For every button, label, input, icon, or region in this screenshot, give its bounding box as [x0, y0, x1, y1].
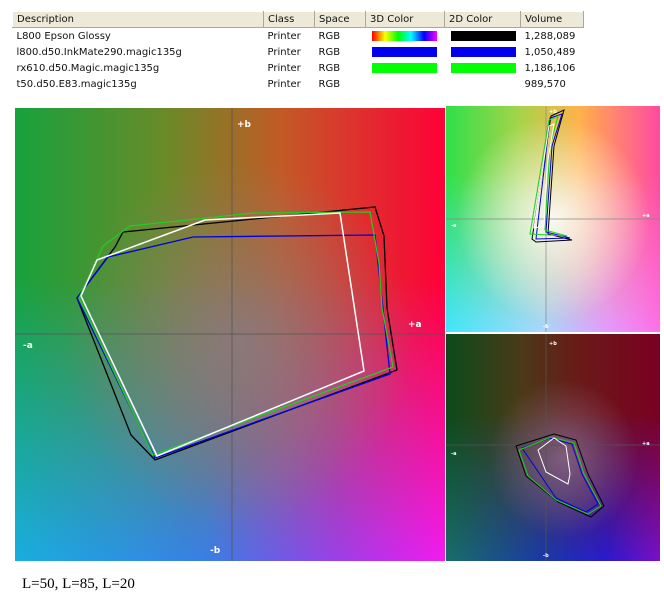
color-2d-swatch[interactable] — [451, 79, 516, 89]
gamut-plot-top-right: +b -b +a -a — [446, 106, 660, 332]
column-header-volume[interactable]: Volume — [520, 11, 584, 28]
color-2d-cell — [445, 28, 521, 45]
axis-label-neg-a: -a — [451, 223, 457, 229]
color-2d-swatch[interactable] — [450, 47, 516, 57]
color-2d-swatch[interactable] — [450, 31, 516, 41]
color-3d-cell — [366, 44, 445, 60]
profile-class: Printer — [267, 30, 301, 42]
axis-label-neg-a: -a — [23, 341, 33, 351]
table-row[interactable]: l800.d50.InkMate290.magic135g Printer RG… — [13, 44, 584, 60]
color-2d-cell — [445, 76, 521, 92]
color-3d-swatch[interactable] — [372, 79, 437, 89]
column-header-3d-color[interactable]: 3D Color — [365, 11, 445, 28]
profile-list-table: Description Class Space 3D Color 2D Colo… — [12, 11, 584, 92]
profile-class: Printer — [267, 46, 301, 58]
column-header-class[interactable]: Class — [263, 11, 315, 28]
profile-volume: 989,570 — [524, 78, 566, 90]
axis-label-pos-a: +a — [408, 320, 422, 330]
gamut-plot-bottom-right: +b -b +a -a — [446, 334, 660, 561]
profile-volume: 1,050,489 — [524, 46, 576, 58]
axis-label-pos-b: +b — [237, 120, 251, 130]
profile-description: L800 Epson Glossy — [16, 30, 111, 42]
table-row[interactable]: L800 Epson Glossy Printer RGB 1,288,089 — [13, 28, 584, 45]
color-2d-cell — [445, 44, 521, 60]
table-row[interactable]: t50.d50.E83.magic135g Printer RGB 989,57… — [13, 76, 584, 92]
profile-class: Printer — [267, 78, 301, 90]
color-3d-cell — [366, 60, 445, 76]
table-row[interactable]: rx610.d50.Magic.magic135g Printer RGB 1,… — [13, 60, 584, 76]
color-2d-swatch[interactable] — [450, 63, 516, 73]
column-header-2d-color[interactable]: 2D Color — [444, 11, 521, 28]
axis-label-pos-b: +b — [549, 341, 557, 347]
profile-space: RGB — [318, 46, 341, 58]
color-3d-cell — [366, 28, 445, 45]
color-3d-swatch[interactable] — [371, 63, 437, 73]
profile-volume: 1,186,106 — [524, 62, 576, 74]
color-3d-swatch[interactable] — [371, 31, 437, 41]
axis-label-neg-b: -b — [543, 553, 549, 559]
profile-class: Printer — [267, 62, 301, 74]
axis-label-neg-b: -b — [210, 546, 221, 556]
profile-description: t50.d50.E83.magic135g — [16, 78, 137, 90]
gamut-plot-main-canvas — [15, 108, 445, 561]
column-header-description[interactable]: Description — [12, 11, 264, 28]
color-2d-cell — [445, 60, 521, 76]
axis-label-pos-a: +a — [642, 441, 650, 447]
axis-label-pos-a: +a — [642, 213, 650, 219]
profile-space: RGB — [318, 78, 341, 90]
profile-description: rx610.d50.Magic.magic135g — [16, 62, 160, 74]
axis-label-neg-a: -a — [451, 451, 457, 457]
color-3d-swatch[interactable] — [371, 47, 437, 57]
gamut-plot-bottom-right-canvas — [446, 334, 660, 561]
axis-label-neg-b: -b — [543, 324, 549, 330]
lightness-caption: L=50, L=85, L=20 — [22, 576, 135, 592]
color-3d-cell — [366, 76, 445, 92]
profile-space: RGB — [318, 62, 341, 74]
gamut-plot-top-right-canvas — [446, 106, 660, 332]
profile-description: l800.d50.InkMate290.magic135g — [16, 46, 182, 58]
profile-volume: 1,288,089 — [524, 30, 576, 42]
profile-space: RGB — [318, 30, 341, 42]
axis-label-pos-b: +b — [549, 109, 557, 115]
gamut-plot-main: +b -b +a -a — [15, 108, 445, 561]
column-header-space[interactable]: Space — [314, 11, 366, 28]
